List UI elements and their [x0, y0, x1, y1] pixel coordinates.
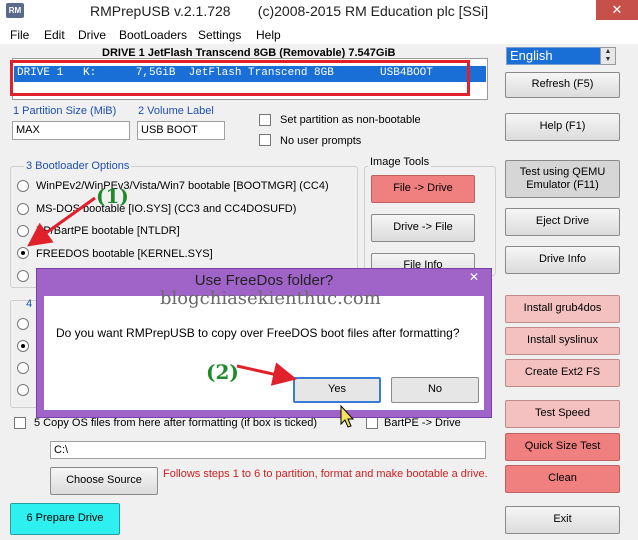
arrow-to-freedos-option — [27, 196, 96, 247]
arrow-to-yes-button — [236, 362, 297, 386]
annotation-arrows — [27, 196, 355, 428]
mouse-cursor-icon — [340, 404, 355, 428]
